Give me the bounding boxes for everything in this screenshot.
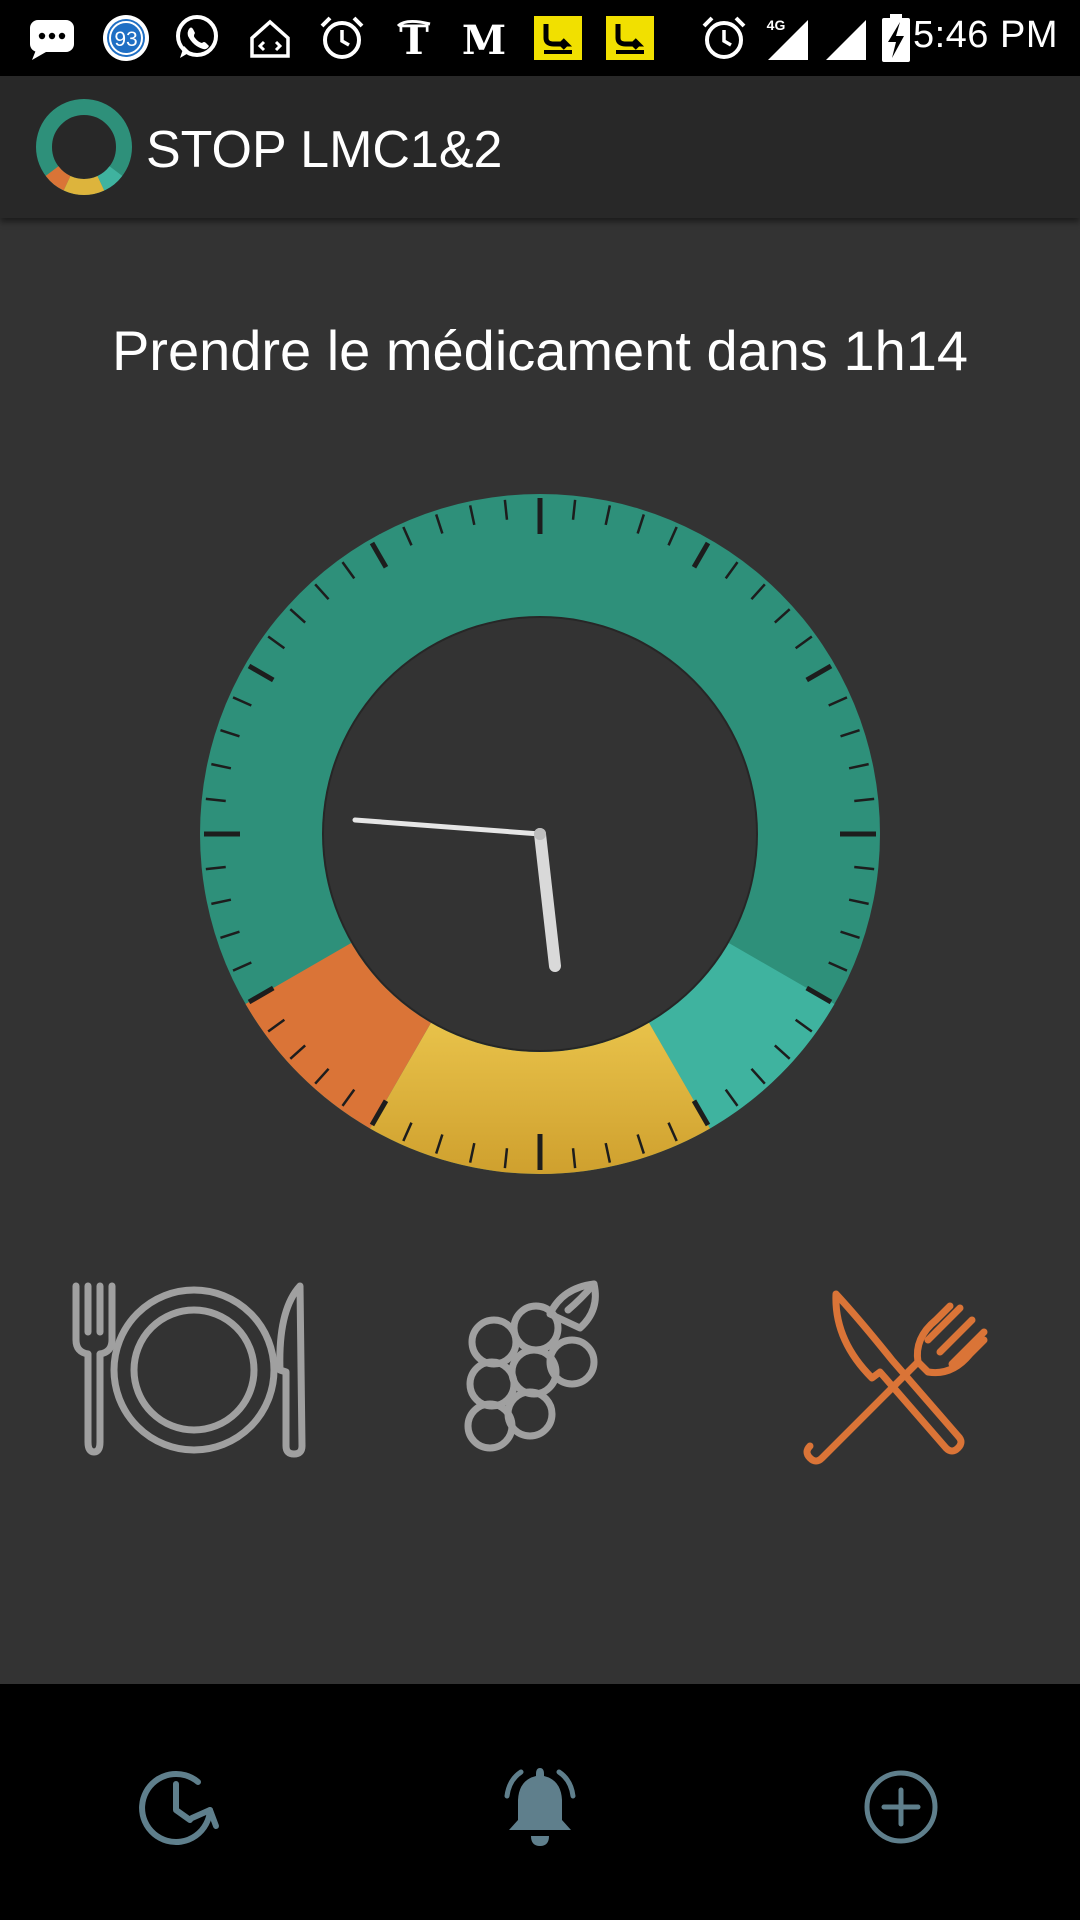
alarm-icon <box>316 12 368 64</box>
messaging-icon <box>26 12 78 64</box>
badge-count: 93 <box>114 28 137 51</box>
lemonde-icon: M <box>458 12 510 64</box>
signal-4g-icon: 4G <box>762 12 814 64</box>
signal-icon <box>820 12 872 64</box>
whatsapp-icon <box>170 12 222 64</box>
svg-text:M: M <box>462 17 506 64</box>
badge-icon: 93 <box>100 12 152 64</box>
history-clock-icon[interactable] <box>132 1762 222 1852</box>
hand-pivot <box>534 828 546 840</box>
yellow-app-icon <box>604 12 656 64</box>
home-icon <box>244 12 296 64</box>
app-title: STOP LMC1&2 <box>146 121 503 179</box>
status-time: 5:46 PM <box>912 14 1058 56</box>
ring-logo-icon <box>34 97 134 197</box>
bell-ringing-icon[interactable] <box>495 1762 585 1852</box>
countdown-headline: Prendre le médicament dans 1h14 <box>111 319 969 382</box>
medication-dial <box>200 494 880 1174</box>
bottom-nav <box>0 1684 1080 1920</box>
app-bar: STOP LMC1&2 <box>0 76 1080 218</box>
grapes-icon[interactable] <box>412 1280 672 1470</box>
plate-cutlery-icon[interactable] <box>68 1280 328 1470</box>
yellow-app-icon <box>532 12 584 64</box>
alarm-icon <box>698 12 750 64</box>
network-type: 4G <box>767 17 786 33</box>
add-circle-icon[interactable] <box>856 1762 946 1852</box>
crossed-knife-fork-icon[interactable] <box>800 1280 1060 1470</box>
status-bar: 93 T M 4G 5:46 PM <box>0 0 1080 76</box>
nyt-icon: T <box>388 12 440 64</box>
